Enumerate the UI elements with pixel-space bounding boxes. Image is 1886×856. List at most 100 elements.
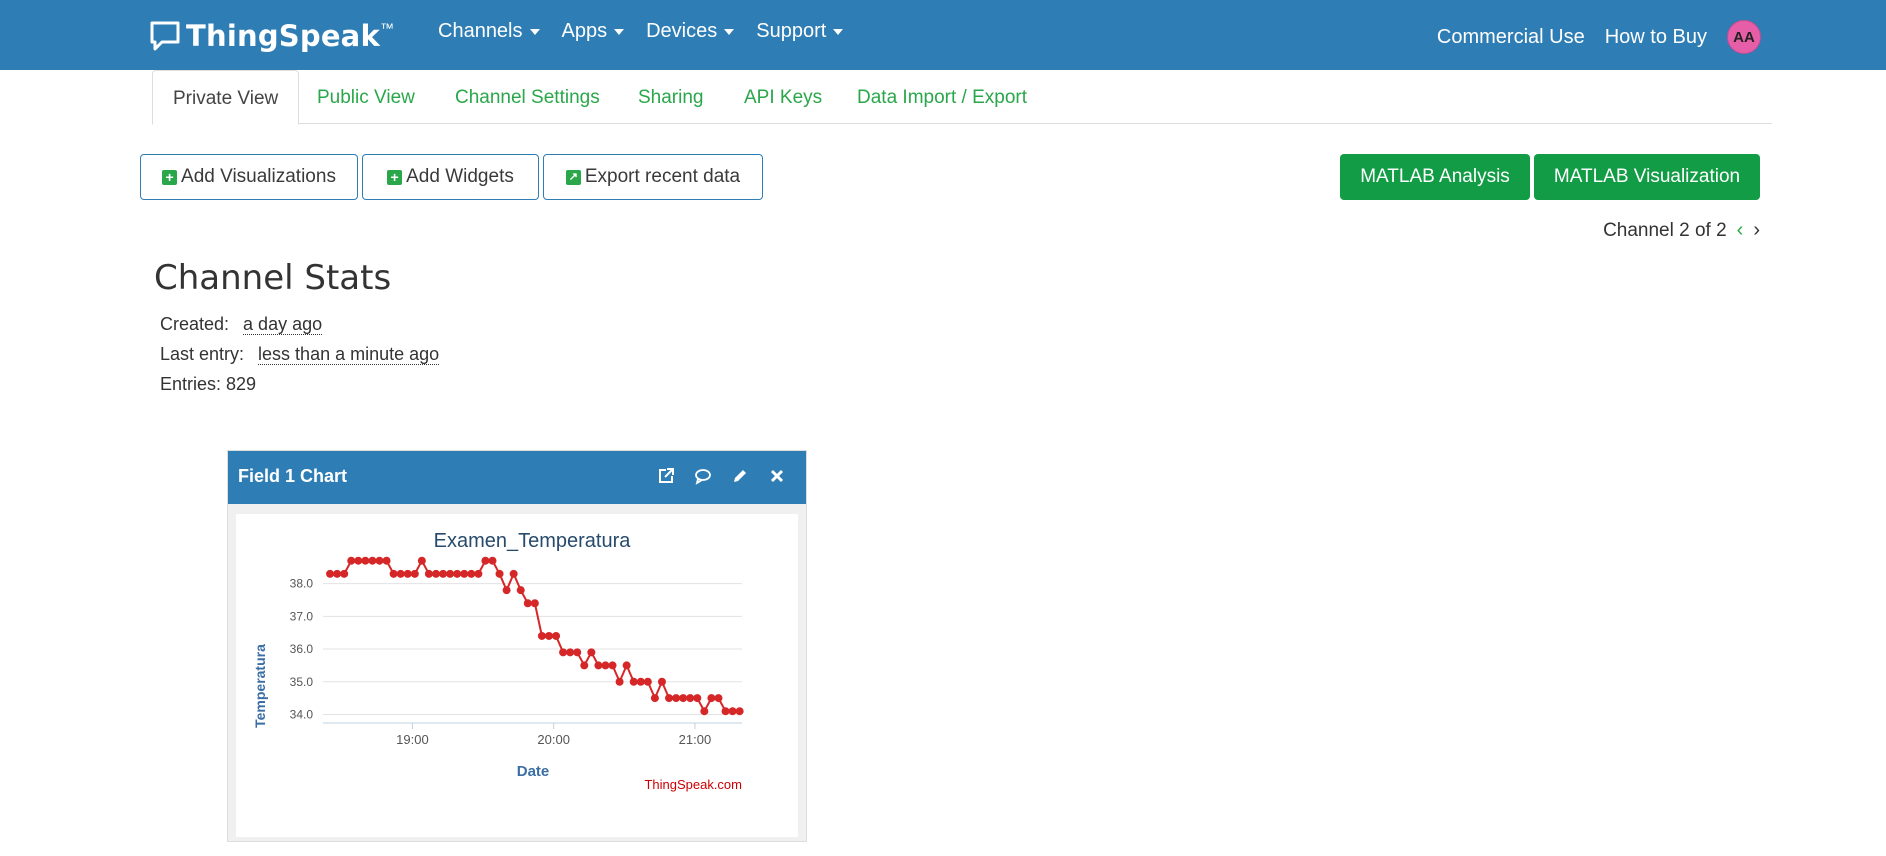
menu-apps-label: Apps (561, 20, 608, 42)
data-point (474, 569, 483, 578)
data-point (636, 677, 645, 686)
data-point (735, 707, 744, 716)
y-tick-label: 38.0 (290, 577, 314, 591)
data-point (467, 569, 476, 578)
data-point (643, 677, 652, 686)
comment-icon[interactable] (692, 465, 714, 487)
data-point (530, 599, 539, 608)
data-point (396, 569, 405, 578)
tab-api-keys[interactable]: API Keys (744, 70, 822, 123)
data-point (516, 586, 525, 595)
data-point (488, 556, 497, 565)
menu-support[interactable]: Support (756, 20, 844, 43)
channel-tabs: Private View Public View Channel Setting… (152, 70, 1772, 125)
data-point (439, 569, 448, 578)
data-point (354, 556, 363, 565)
data-point (375, 556, 384, 565)
data-point (693, 694, 702, 703)
x-tick-label: 20:00 (537, 732, 570, 747)
top-navbar: ThingSpeak ™ Channels Apps Devices Suppo… (0, 0, 1886, 70)
data-point (650, 694, 659, 703)
data-point (326, 569, 335, 578)
data-point (502, 586, 511, 595)
data-point (340, 569, 349, 578)
add-visualizations-button[interactable]: + Add Visualizations (140, 154, 358, 200)
data-point (544, 631, 553, 640)
tab-data-import-export[interactable]: Data Import / Export (857, 70, 1027, 123)
menu-channels[interactable]: Channels (438, 20, 540, 43)
add-visualizations-label: Add Visualizations (181, 166, 336, 187)
stat-created: Created: a day ago (160, 314, 323, 335)
channel-stats-title: Channel Stats (154, 258, 392, 298)
y-tick-label: 34.0 (290, 707, 314, 721)
add-widgets-button[interactable]: + Add Widgets (362, 154, 539, 200)
created-label: Created: (160, 314, 230, 334)
caret-down-icon (614, 28, 625, 35)
last-entry-label: Last entry: (160, 344, 245, 364)
menu-devices[interactable]: Devices (646, 20, 735, 43)
y-tick-label: 36.0 (290, 642, 314, 656)
menu-channels-label: Channels (438, 20, 523, 42)
data-point (403, 569, 412, 578)
data-point (460, 569, 469, 578)
pager-text: Channel 2 of 2 (1603, 219, 1727, 241)
brand-logo[interactable]: ThingSpeak ™ (150, 16, 394, 56)
data-point (714, 694, 723, 703)
data-point (389, 569, 398, 578)
user-avatar[interactable]: AA (1727, 20, 1761, 54)
chevron-left-icon[interactable]: ‹ (1737, 219, 1744, 242)
tab-private-view[interactable]: Private View (152, 70, 300, 125)
x-tick-label: 19:00 (396, 732, 429, 747)
matlab-analysis-button[interactable]: MATLAB Analysis (1340, 154, 1530, 200)
data-point (537, 631, 546, 640)
data-point (446, 569, 455, 578)
y-tick-label: 37.0 (290, 609, 314, 623)
data-point (566, 648, 575, 657)
data-point (594, 661, 603, 670)
data-point (481, 556, 490, 565)
pencil-icon[interactable] (729, 465, 751, 487)
data-point (587, 648, 596, 657)
tab-sharing[interactable]: Sharing (638, 70, 704, 123)
plus-icon: + (162, 169, 178, 185)
data-point (657, 677, 666, 686)
close-icon[interactable] (766, 465, 788, 487)
export-icon: ↗ (565, 169, 581, 185)
data-point (622, 661, 631, 670)
data-point (453, 569, 462, 578)
chevron-right-icon[interactable]: › (1753, 219, 1760, 242)
chart-y-axis-label: Temperatura (252, 644, 268, 728)
tab-public-view[interactable]: Public View (317, 70, 415, 123)
data-point (361, 556, 370, 565)
data-point (523, 599, 532, 608)
chart-x-axis-label: Date (517, 763, 550, 780)
stat-entries: Entries: 829 (160, 374, 257, 394)
temperature-line-chart: Examen_Temperatura Temperatura Date Thin… (252, 530, 744, 792)
data-point (707, 694, 716, 703)
data-point (665, 694, 674, 703)
caret-down-icon (833, 28, 844, 35)
how-to-buy-link[interactable]: How to Buy (1605, 26, 1707, 49)
tab-channel-settings[interactable]: Channel Settings (455, 70, 600, 123)
data-point (424, 569, 433, 578)
menu-apps[interactable]: Apps (562, 20, 625, 43)
data-point (679, 694, 688, 703)
chat-bubble-icon (150, 21, 180, 51)
widget-title: Field 1 Chart (238, 466, 348, 486)
chart-title: Examen_Temperatura (434, 530, 632, 552)
data-point (721, 707, 730, 716)
matlab-visualization-button[interactable]: MATLAB Visualization (1534, 154, 1760, 200)
created-value: a day ago (243, 314, 323, 335)
data-point (382, 556, 391, 565)
chart-container: Examen_Temperatura Temperatura Date Thin… (236, 514, 798, 837)
data-point (417, 556, 426, 565)
external-link-icon[interactable] (655, 465, 677, 487)
caret-down-icon (724, 28, 735, 35)
data-point (333, 569, 342, 578)
plus-icon: + (387, 169, 403, 185)
main-menu: Channels Apps Devices Support (438, 20, 865, 43)
commercial-use-link[interactable]: Commercial Use (1437, 26, 1585, 49)
data-point (580, 661, 589, 670)
channel-pager: Channel 2 of 2 ‹ › (1603, 219, 1760, 242)
export-recent-data-button[interactable]: ↗ Export recent data (543, 154, 763, 200)
